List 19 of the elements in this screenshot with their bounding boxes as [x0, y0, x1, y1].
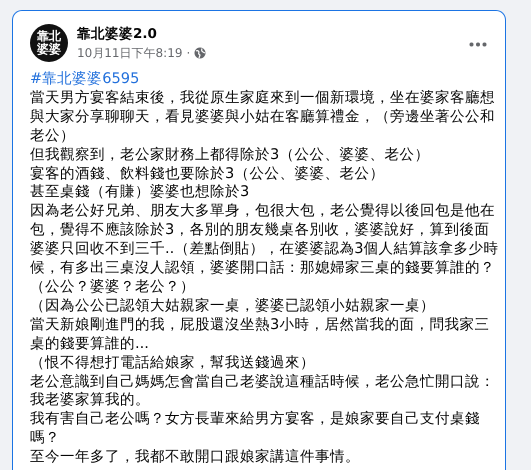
post-paragraph: （因為公公已認領大姑親家一桌，婆婆已認領小姑親家一桌） — [30, 296, 436, 316]
more-options-icon[interactable] — [469, 42, 487, 47]
globe-icon — [194, 47, 206, 59]
post-paragraph: 甚至桌錢（有賺）婆婆也想除於3 — [30, 183, 250, 202]
post-paragraph: 老公意識到自己媽媽怎會當自己老婆說這種話時候，老公急忙開口說：我老婆家算我的。 — [30, 372, 496, 410]
post-paragraph: 但我觀察到，老公家財務上都得除於3（公公、婆婆、老公） — [30, 146, 430, 165]
timestamp[interactable]: 10月11日下午8:19 — [77, 44, 182, 62]
post-paragraph: 至今一年多了，我都不敢開口跟娘家講這件事情。 — [30, 448, 361, 468]
separator: · — [186, 46, 190, 60]
avatar-logo[interactable]: 靠北 婆婆 — [30, 24, 68, 62]
post-paragraph: 當天新娘剛進門的我，屁股還沒坐熱3小時，居然當我的面，問我家三桌的錢要算誰的... — [30, 316, 490, 354]
post-paragraph: 因為老公好兄弟、朋友大多單身，包很大包，老公覺得以後回包是他在包，覺得不應該除於3，各別的朋友幾桌各別收，婆婆說好，算到後面婆婆只回收不到三千..（差點倒貼），在婆婆認為3個人結算該拿多少時候，有多出三桌沒人認領，婆婆開口話：那媳婦家三桌的錢要算誰的？ — [30, 202, 500, 278]
post-paragraph: （恨不得想打電話給娘家，幫我送錢過來） — [30, 354, 316, 372]
post-paragraph: 當天男方宴客結束後，我從原生家庭來到一個新環境，坐在婆家客廳想與大家分享聊聊天，看見婆婆與小姑在客廳算禮金，（旁邊坐著公公和老公） — [30, 88, 496, 146]
post-paragraph: （公公？婆婆？老公？） — [30, 278, 196, 297]
post-paragraph: 我有害自己老公嗎？女方長輩來給男方宴客，是娘家要自己支付桌錢嗎？ — [30, 410, 481, 448]
author-name[interactable]: 靠北婆婆2.0 — [77, 24, 460, 42]
post-paragraph: 宴客的酒錢、飲料錢也要除於3（公公、婆婆、老公） — [30, 164, 386, 184]
hashtag-link[interactable]: #靠北婆婆6595 — [30, 70, 500, 89]
